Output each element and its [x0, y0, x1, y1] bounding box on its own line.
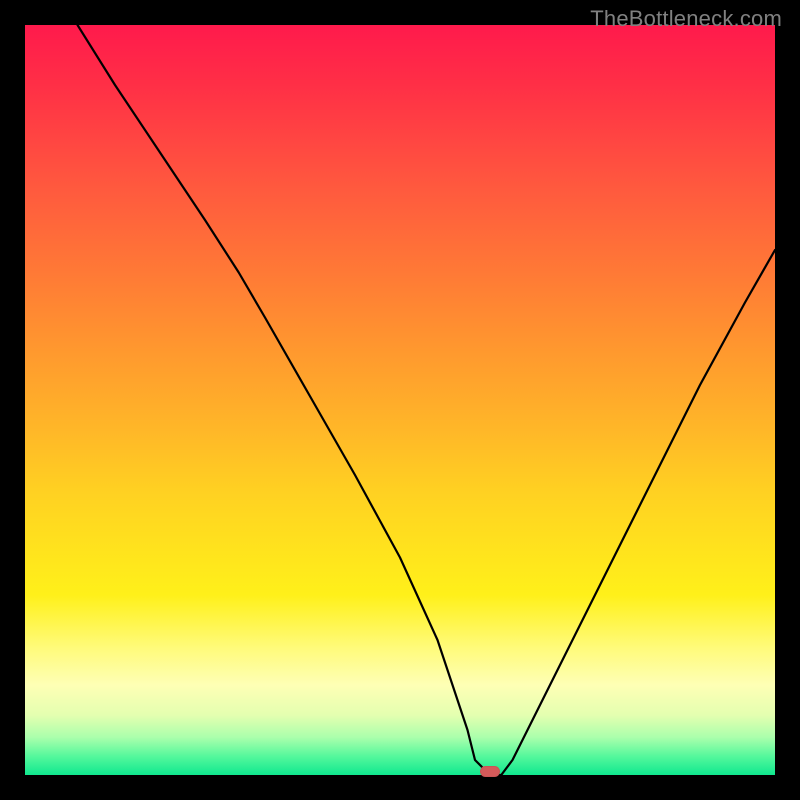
watermark-text: TheBottleneck.com — [590, 6, 782, 32]
gradient-plot-area — [25, 25, 775, 775]
optimal-point-marker — [480, 766, 500, 777]
bottleneck-curve-svg — [25, 25, 775, 775]
chart-frame: TheBottleneck.com — [0, 0, 800, 800]
bottleneck-curve-path — [78, 25, 776, 775]
